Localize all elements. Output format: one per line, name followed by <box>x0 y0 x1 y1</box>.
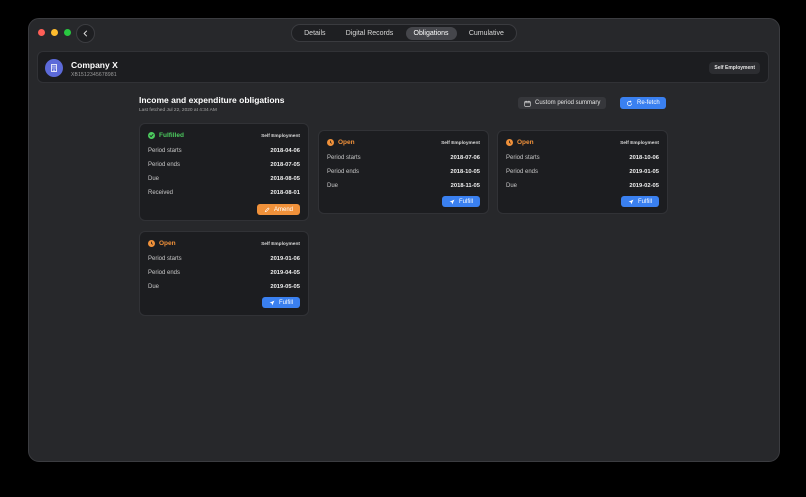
fulfill-label: Fulfill <box>637 198 652 205</box>
tab-obligations[interactable]: Obligations <box>405 26 457 40</box>
minimize-window-button[interactable] <box>51 29 58 36</box>
amend-button[interactable]: Amend <box>256 204 300 215</box>
row-label: Due <box>506 183 518 189</box>
zoom-window-button[interactable] <box>64 29 71 36</box>
status-label: Open <box>517 139 534 146</box>
detail-row: Period ends 2019-04-05 <box>148 269 300 277</box>
row-value: 2018-08-05 <box>270 176 300 182</box>
row-value: 2018-10-05 <box>450 169 480 175</box>
row-value: 2019-04-05 <box>270 270 300 276</box>
row-label: Due <box>148 284 160 290</box>
detail-row: Period ends 2018-10-05 <box>327 168 480 176</box>
last-fetched-text: Last fetched Jul 22, 2020 at 4:34 AM <box>139 108 217 113</box>
row-label: Period ends <box>148 162 181 168</box>
tab-digital-records[interactable]: Digital Records <box>338 27 401 40</box>
fulfill-label: Fulfill <box>278 299 293 306</box>
page-title: Income and expenditure obligations <box>139 95 285 105</box>
row-value: 2018-07-06 <box>450 155 480 161</box>
refetch-button[interactable]: Re-fetch <box>620 97 666 109</box>
obligation-card: Open Self Employment Period starts 2019-… <box>139 231 309 316</box>
detail-row: Period starts 2018-07-06 <box>327 154 480 162</box>
row-value: 2018-10-06 <box>629 155 659 161</box>
segmented-tabs: Details Digital Records Obligations Cumu… <box>291 24 517 42</box>
row-label: Period ends <box>327 169 360 175</box>
company-id: XB1512345678981 <box>71 72 117 78</box>
row-label: Due <box>148 176 160 182</box>
app-window: Details Digital Records Obligations Cumu… <box>28 18 780 462</box>
fulfill-button[interactable]: Fulfill <box>261 297 300 308</box>
row-value: 2019-05-05 <box>270 284 300 290</box>
row-value: 2019-02-05 <box>629 183 659 189</box>
obligation-type: Self Employment <box>261 242 300 247</box>
detail-row: Due 2018-11-05 <box>327 182 480 190</box>
row-label: Period ends <box>148 270 181 276</box>
detail-row: Due 2018-08-05 <box>148 175 300 183</box>
amend-label: Amend <box>273 206 293 213</box>
detail-row: Due 2019-02-05 <box>506 182 659 190</box>
clock-icon <box>148 240 155 247</box>
clock-icon <box>506 139 513 146</box>
obligation-type: Self Employment <box>261 134 300 139</box>
checkmark-circle-icon <box>148 132 155 139</box>
row-label: Period starts <box>148 256 182 262</box>
custom-period-summary-label: Custom period summary <box>535 100 601 106</box>
business-type-badge: Self Employment <box>709 62 760 74</box>
row-label: Due <box>327 183 339 189</box>
row-label: Period ends <box>506 169 539 175</box>
company-header: Company X XB1512345678981 Self Employmen… <box>37 51 769 83</box>
refetch-label: Re-fetch <box>637 100 660 106</box>
detail-row: Period ends 2019-01-05 <box>506 168 659 176</box>
tab-cumulative[interactable]: Cumulative <box>461 27 512 40</box>
obligation-type: Self Employment <box>620 141 659 146</box>
row-value: 2018-07-05 <box>270 162 300 168</box>
detail-row: Due 2019-05-05 <box>148 283 300 291</box>
custom-period-summary-button[interactable]: Custom period summary <box>518 97 607 109</box>
send-icon <box>628 199 634 204</box>
detail-row: Period starts 2018-10-06 <box>506 154 659 162</box>
row-label: Period starts <box>506 155 540 161</box>
status-label: Fulfilled <box>159 132 184 139</box>
obligation-card: Fulfilled Self Employment Period starts … <box>139 123 309 221</box>
row-label: Received <box>148 190 174 196</box>
chevron-left-icon <box>83 30 88 37</box>
building-icon <box>51 64 57 72</box>
send-icon <box>269 300 275 305</box>
obligation-type: Self Employment <box>441 141 480 146</box>
detail-row: Received 2018-08-01 <box>148 189 300 197</box>
obligation-card: Open Self Employment Period starts 2018-… <box>318 130 489 214</box>
detail-row: Period ends 2018-07-05 <box>148 161 300 169</box>
detail-row: Period starts 2018-04-06 <box>148 147 300 155</box>
window-controls <box>38 29 71 36</box>
status-open: Open <box>506 139 534 146</box>
row-value: 2018-08-01 <box>270 190 300 196</box>
row-value: 2018-11-05 <box>450 183 480 189</box>
fulfill-button[interactable]: Fulfill <box>441 196 480 207</box>
obligation-card: Open Self Employment Period starts 2018-… <box>497 130 668 214</box>
status-open: Open <box>148 240 176 247</box>
back-button[interactable] <box>76 24 95 43</box>
fulfill-label: Fulfill <box>458 198 473 205</box>
status-label: Open <box>338 139 355 146</box>
status-fulfilled: Fulfilled <box>148 132 184 139</box>
row-label: Period starts <box>327 155 361 161</box>
row-value: 2018-04-06 <box>270 148 300 154</box>
status-open: Open <box>327 139 355 146</box>
calendar-icon <box>524 100 531 107</box>
row-label: Period starts <box>148 148 182 154</box>
close-window-button[interactable] <box>38 29 45 36</box>
tab-details[interactable]: Details <box>296 27 333 40</box>
avatar <box>45 59 63 77</box>
row-value: 2019-01-05 <box>629 169 659 175</box>
clock-icon <box>327 139 334 146</box>
detail-row: Period starts 2019-01-06 <box>148 255 300 263</box>
fulfill-button[interactable]: Fulfill <box>620 196 659 207</box>
refresh-icon <box>627 99 632 106</box>
pencil-icon <box>264 207 270 212</box>
company-name: Company X <box>71 60 118 70</box>
row-value: 2019-01-06 <box>270 256 300 262</box>
status-label: Open <box>159 240 176 247</box>
send-icon <box>449 199 455 204</box>
